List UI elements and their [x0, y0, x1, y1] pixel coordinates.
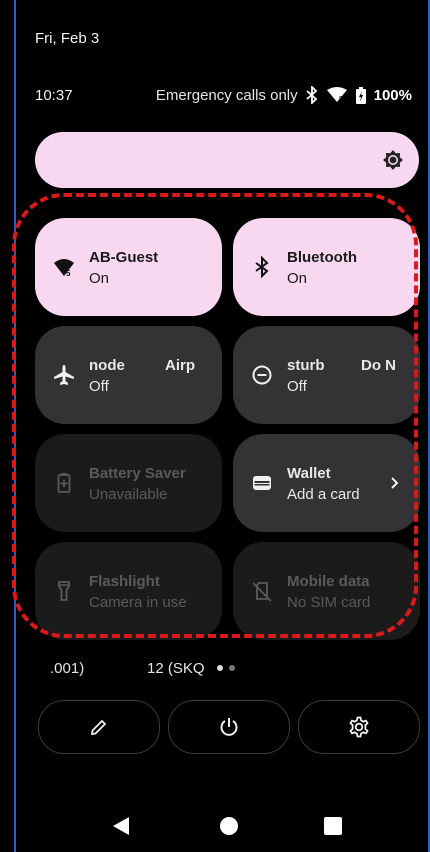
home-icon[interactable]	[218, 815, 240, 837]
wallet-label: Wallet	[287, 465, 331, 482]
flashlight-icon	[58, 581, 70, 601]
do-not-disturb-label-right: Do N	[361, 357, 396, 374]
bluetooth-tile-state: On	[287, 270, 308, 287]
mobile-data-label: Mobile data	[287, 573, 370, 590]
settings-button[interactable]	[298, 700, 420, 754]
brightness-slider[interactable]	[35, 132, 419, 188]
battery-saver-state: Unavailable	[89, 486, 168, 503]
do-not-disturb-icon	[252, 365, 272, 385]
build-number-right: 12 (SKQ	[147, 660, 205, 677]
settings-icon	[349, 716, 369, 738]
bluetooth-tile-label: Bluetooth	[287, 249, 357, 266]
wallet-state: Add a card	[287, 486, 360, 503]
do-not-disturb-label-left: sturb	[287, 357, 325, 374]
flashlight-label: Flashlight	[89, 573, 160, 590]
wallet-icon	[253, 476, 271, 490]
back-icon[interactable]	[111, 815, 131, 837]
brightness-icon	[383, 150, 403, 170]
flashlight-tile[interactable]: Flashlight Camera in use	[35, 542, 222, 640]
status-bar: Emergency calls only 5 100%	[156, 86, 412, 104]
airplane-mode-label-left: node	[89, 357, 125, 374]
no-sim-icon	[252, 582, 272, 602]
mobile-data-tile[interactable]: Mobile data No SIM card	[233, 542, 420, 640]
airplane-mode-label-right: Airp	[165, 357, 195, 374]
do-not-disturb-state: Off	[287, 378, 307, 395]
page-dot-active	[217, 665, 223, 671]
bluetooth-icon	[306, 86, 317, 104]
battery-icon	[355, 86, 366, 104]
carrier-text: Emergency calls only	[155, 86, 298, 104]
flashlight-state: Camera in use	[89, 594, 187, 611]
date-text: Fri, Feb 3	[35, 30, 100, 47]
build-number-left: .001)	[50, 660, 85, 677]
power-button[interactable]	[168, 700, 290, 754]
screen-edge-left	[14, 0, 16, 852]
mobile-data-state: No SIM card	[287, 594, 371, 611]
battery-saver-tile[interactable]: Battery Saver Unavailable	[35, 434, 222, 532]
wifi-tile[interactable]: 5 AB-Guest On	[35, 218, 222, 316]
chevron-right-icon	[391, 477, 399, 489]
clock-text: 10:37	[35, 87, 73, 104]
edit-button[interactable]	[38, 700, 160, 754]
battery-percent: 100%	[373, 86, 412, 104]
wifi-tile-label: AB-Guest	[89, 249, 159, 266]
airplane-icon	[54, 365, 74, 385]
wifi-icon: 5	[326, 87, 347, 103]
wifi-icon: 5	[54, 259, 74, 278]
svg-text:5: 5	[66, 269, 71, 278]
svg-text:5: 5	[339, 96, 343, 103]
do-not-disturb-tile[interactable]: sturb Do N Off	[233, 326, 420, 424]
page-indicator[interactable]	[217, 665, 235, 671]
wallet-tile[interactable]: Wallet Add a card	[233, 434, 420, 532]
bluetooth-icon	[255, 256, 269, 278]
airplane-mode-tile[interactable]: node Airp Off	[35, 326, 222, 424]
airplane-mode-state: Off	[89, 378, 109, 395]
wifi-tile-state: On	[89, 270, 110, 287]
battery-saver-icon	[57, 473, 71, 493]
edit-icon	[90, 719, 107, 736]
bluetooth-tile[interactable]: Bluetooth On	[233, 218, 420, 316]
recents-icon[interactable]	[323, 815, 343, 837]
battery-saver-label: Battery Saver	[89, 465, 186, 482]
power-icon	[220, 718, 238, 736]
page-dot	[229, 665, 235, 671]
